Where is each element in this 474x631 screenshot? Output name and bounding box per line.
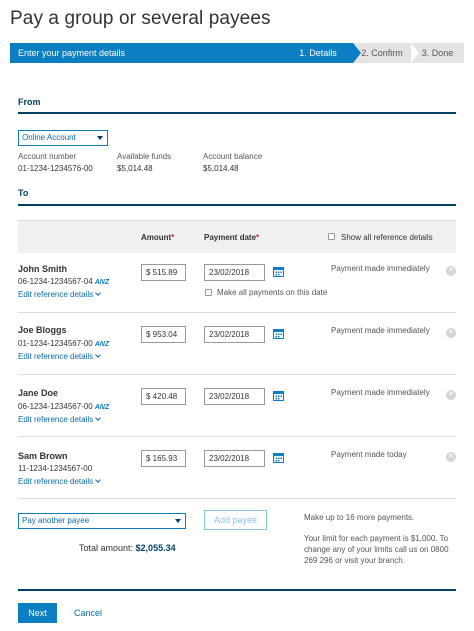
payee-account: 06-1234-1234567-04 ANZ — [18, 277, 110, 286]
make-all-checkbox[interactable] — [205, 289, 212, 296]
progress-separator — [411, 43, 419, 63]
available-funds-label: Available funds — [117, 152, 172, 161]
anz-badge: ANZ — [94, 404, 110, 411]
make-all-label: Make all payments on this date — [217, 288, 328, 297]
calendar-icon[interactable] — [273, 266, 284, 277]
payment-status: Payment made immediately — [331, 388, 430, 397]
cancel-link[interactable]: Cancel — [74, 608, 102, 618]
chevron-down-icon — [95, 290, 101, 296]
calendar-icon[interactable] — [273, 452, 284, 463]
edit-reference-link[interactable]: Edit reference details — [18, 477, 101, 486]
chevron-down-icon — [95, 477, 101, 483]
account-number: 01-1234-1234576-00 — [18, 164, 93, 173]
payee-name: Jane Doe — [18, 388, 59, 398]
page-title: Pay a group or several payees — [10, 8, 271, 29]
date-input[interactable]: 23/02/2018 — [204, 450, 265, 467]
another-payee-select[interactable]: Pay another payee — [18, 513, 186, 529]
limit-info: Your limit for each payment is $1,000. T… — [304, 534, 449, 565]
chevron-down-icon — [95, 415, 101, 421]
payment-status: Payment made immediately — [331, 264, 430, 273]
anz-badge: ANZ — [94, 341, 110, 348]
amount-input[interactable]: $ 515.89 — [141, 264, 186, 281]
date-input[interactable]: 23/02/2018 — [204, 388, 265, 405]
row-divider — [18, 498, 456, 499]
date-input[interactable]: 23/02/2018 — [204, 326, 265, 343]
remove-icon[interactable]: ✕ — [446, 390, 456, 400]
remove-icon[interactable]: ✕ — [446, 452, 456, 462]
remove-icon[interactable]: ✕ — [446, 328, 456, 338]
row-divider — [18, 436, 456, 437]
chevron-down-icon — [95, 352, 101, 358]
account-balance-label: Account balance — [203, 152, 263, 161]
available-funds: $5,014.48 — [117, 164, 153, 173]
add-payee-button[interactable]: Add payee — [204, 510, 267, 530]
payment-date-header: Payment date* — [204, 233, 260, 242]
another-payee-value: Pay another payee — [22, 516, 90, 525]
progress-bar: Enter your payment details 1. Details 2.… — [10, 43, 464, 63]
edit-reference-link[interactable]: Edit reference details — [18, 415, 101, 424]
show-all-label: Show all reference details — [341, 233, 433, 242]
progress-main-label: Enter your payment details — [10, 43, 292, 63]
from-account-value: Online Account — [22, 133, 76, 142]
amount-input[interactable]: $ 165.93 — [141, 450, 186, 467]
remove-icon[interactable]: ✕ — [446, 266, 456, 276]
payee-name: Joe Bloggs — [18, 325, 67, 335]
calendar-icon[interactable] — [273, 390, 284, 401]
show-all-checkbox[interactable] — [328, 233, 335, 240]
chevron-down-icon — [175, 519, 181, 523]
from-account-select[interactable]: Online Account — [18, 130, 108, 146]
step-confirm: 2. Confirm — [353, 43, 411, 63]
payee-account: 11-1234-1234567-00 — [18, 464, 93, 473]
step-details: 1. Details — [283, 43, 353, 63]
anz-badge: ANZ — [94, 279, 110, 286]
total-value: $2,055.34 — [135, 543, 176, 553]
to-heading: To — [18, 188, 29, 198]
payees-table-header: Amount* Payment date* Show all reference… — [18, 220, 456, 253]
amount-input[interactable]: $ 953.04 — [141, 326, 186, 343]
from-divider — [18, 112, 456, 114]
account-number-label: Account number — [18, 152, 77, 161]
amount-input[interactable]: $ 420.48 — [141, 388, 186, 405]
edit-reference-link[interactable]: Edit reference details — [18, 352, 101, 361]
to-divider — [18, 204, 456, 206]
payment-status: Payment made immediately — [331, 326, 430, 335]
from-heading: From — [18, 97, 41, 107]
footer-divider — [18, 589, 456, 591]
payee-account: 06-1234-1234567-00 ANZ — [18, 402, 110, 411]
account-balance: $5,014.48 — [203, 164, 239, 173]
calendar-icon[interactable] — [273, 328, 284, 339]
total-label: Total amount: — [79, 543, 134, 553]
payee-account: 01-1234-1234567-00 ANZ — [18, 339, 110, 348]
row-divider — [18, 312, 456, 313]
amount-header: Amount* — [141, 233, 175, 242]
payments-remaining-info: Make up to 16 more payments. — [304, 513, 415, 522]
edit-reference-link[interactable]: Edit reference details — [18, 290, 101, 299]
next-button[interactable]: Next — [18, 603, 57, 623]
chevron-down-icon — [97, 136, 103, 140]
progress-arrow — [353, 43, 361, 63]
total-amount: Total amount: $2,055.34 — [79, 543, 176, 553]
payee-name: John Smith — [18, 264, 67, 274]
payee-name: Sam Brown — [18, 451, 68, 461]
row-divider — [18, 374, 456, 375]
payment-status: Payment made today — [331, 450, 407, 459]
date-input[interactable]: 23/02/2018 — [204, 264, 265, 281]
